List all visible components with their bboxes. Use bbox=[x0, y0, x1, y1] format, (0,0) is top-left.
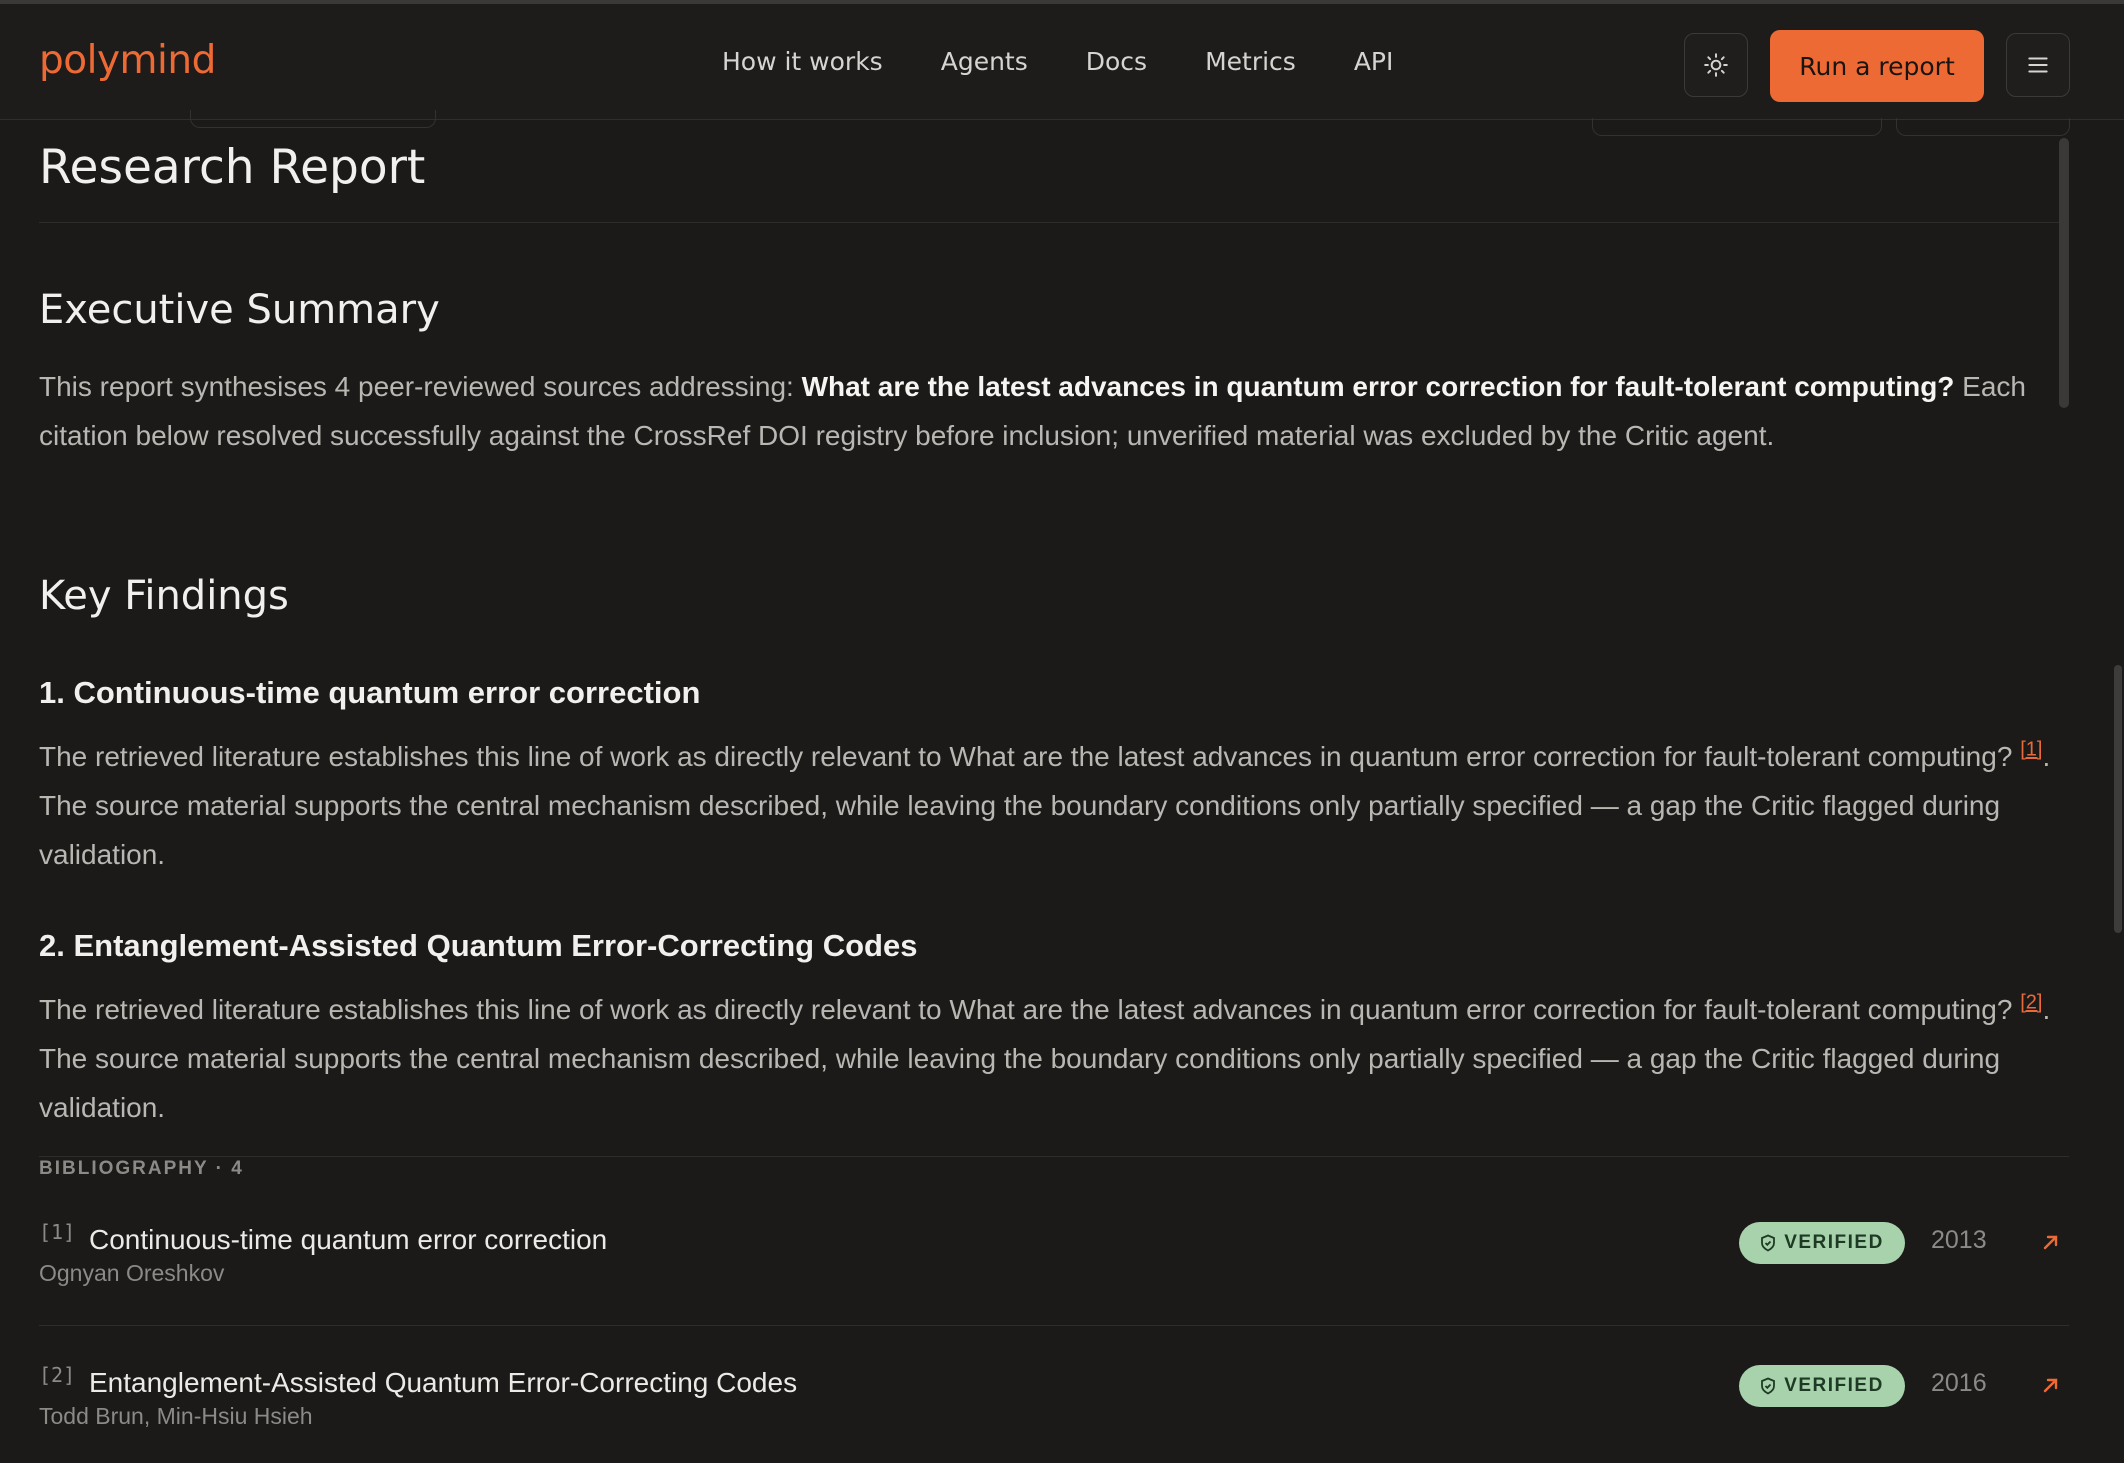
report-title: Research Report bbox=[39, 140, 426, 195]
bibliography-entry: [2] Entanglement-Assisted Quantum Error-… bbox=[39, 1363, 2069, 1463]
menu-button[interactable] bbox=[2006, 33, 2070, 97]
nav-link-agents[interactable]: Agents bbox=[941, 42, 1028, 82]
finding-1-text: The retrieved literature establishes thi… bbox=[39, 732, 2069, 879]
bibliography-label: BIBLIOGRAPHY · 4 bbox=[39, 1158, 244, 1179]
bibliography-entry: [1] Continuous-time quantum error correc… bbox=[39, 1220, 2069, 1320]
bib-number: [1] bbox=[39, 1220, 76, 1244]
external-link-icon[interactable] bbox=[2039, 1373, 2063, 1397]
verified-badge: VERIFIED bbox=[1739, 1222, 1905, 1264]
bib-authors: Todd Brun, Min-Hsiu Hsieh bbox=[39, 1403, 313, 1429]
bib-year: 2013 bbox=[1931, 1226, 1987, 1254]
nav-link-how-it-works[interactable]: How it works bbox=[722, 42, 883, 82]
scrolled-action-edge-2 bbox=[1896, 118, 2070, 136]
bib-title[interactable]: Entanglement-Assisted Quantum Error-Corr… bbox=[89, 1367, 797, 1399]
hamburger-menu-icon bbox=[2028, 57, 2048, 73]
citation-link-2[interactable]: [2] bbox=[2020, 992, 2042, 1014]
finding-1-text-before: The retrieved literature establishes thi… bbox=[39, 741, 2021, 772]
verified-badge-label: VERIFIED bbox=[1784, 1375, 1884, 1396]
finding-2-text: The retrieved literature establishes thi… bbox=[39, 985, 2069, 1132]
shield-check-icon bbox=[1761, 1234, 1776, 1252]
bib-authors: Ognyan Oreshkov bbox=[39, 1260, 225, 1286]
summary-question: What are the latest advances in quantum … bbox=[801, 371, 1955, 402]
report-scrollbar-thumb[interactable] bbox=[2059, 138, 2069, 408]
verified-badge-label: VERIFIED bbox=[1784, 1232, 1884, 1253]
page-scrollbar-thumb[interactable] bbox=[2114, 665, 2122, 933]
sun-icon bbox=[1704, 53, 1728, 77]
verified-badge: VERIFIED bbox=[1739, 1365, 1905, 1407]
external-link-icon[interactable] bbox=[2039, 1230, 2063, 1254]
run-report-button[interactable]: Run a report bbox=[1770, 30, 1984, 102]
title-divider bbox=[39, 222, 2069, 223]
theme-toggle-button[interactable] bbox=[1684, 33, 1748, 97]
bibliography-divider bbox=[39, 1156, 2069, 1157]
nav-link-metrics[interactable]: Metrics bbox=[1205, 42, 1296, 82]
bib-year: 2016 bbox=[1931, 1369, 1987, 1397]
bib-title[interactable]: Continuous-time quantum error correction bbox=[89, 1224, 607, 1256]
main-nav: How it works Agents Docs Metrics API bbox=[722, 42, 1451, 82]
citation-link-1[interactable]: [1] bbox=[2020, 739, 2042, 761]
scrolled-action-edge bbox=[1592, 118, 1882, 136]
finding-1-heading: 1. Continuous-time quantum error correct… bbox=[39, 675, 701, 710]
bibliography-row-divider bbox=[39, 1325, 2069, 1326]
nav-link-api[interactable]: API bbox=[1354, 42, 1394, 82]
shield-check-icon bbox=[1761, 1377, 1776, 1395]
scrolled-tab-edge bbox=[190, 110, 436, 128]
brand-logo[interactable]: polymind bbox=[39, 36, 216, 86]
nav-link-docs[interactable]: Docs bbox=[1086, 42, 1147, 82]
finding-2-heading: 2. Entanglement-Assisted Quantum Error-C… bbox=[39, 928, 918, 963]
bib-number: [2] bbox=[39, 1363, 76, 1387]
executive-summary-text: This report synthesises 4 peer-reviewed … bbox=[39, 362, 2069, 460]
summary-intro: This report synthesises 4 peer-reviewed … bbox=[39, 371, 802, 402]
finding-2-text-before: The retrieved literature establishes thi… bbox=[39, 994, 2021, 1025]
key-findings-heading: Key Findings bbox=[39, 573, 289, 619]
top-navbar: polymind How it works Agents Docs Metric… bbox=[0, 4, 2124, 120]
executive-summary-heading: Executive Summary bbox=[39, 287, 440, 333]
